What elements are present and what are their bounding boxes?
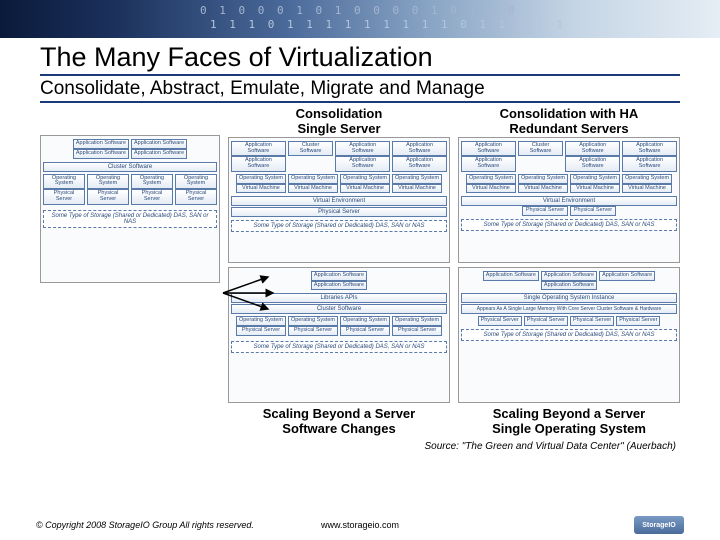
footer-url: www.storageio.com (321, 520, 399, 530)
col-consolidation-ha: Consolidation with HA Redundant Servers … (458, 107, 680, 263)
label-top-right: Consolidation with HA Redundant Servers (458, 107, 680, 137)
slide-subtitle: Consolidate, Abstract, Emulate, Migrate … (40, 78, 680, 103)
copyright: © Copyright 2008 StorageIO Group All rig… (36, 520, 254, 530)
header-band (0, 0, 720, 38)
col-consolidation-single: Consolidation Single Server Application … (228, 107, 450, 263)
col-scaling-single-os: Application Software Application Softwar… (458, 267, 680, 403)
transition-arrows (218, 273, 278, 313)
source-citation: Source: "The Green and Virtual Data Cent… (40, 441, 680, 452)
diagram-before-physical: Application SoftwareApplication Software… (40, 107, 220, 403)
slide-title: The Many Faces of Virtualization (40, 42, 680, 76)
label-bottom-right: Scaling Beyond a Server Single Operating… (458, 407, 680, 437)
storageio-logo: StorageIO (634, 516, 684, 534)
label-top-left: Consolidation Single Server (228, 107, 450, 137)
label-bottom-left: Scaling Beyond a Server Software Changes (228, 407, 450, 437)
footer: © Copyright 2008 StorageIO Group All rig… (0, 516, 720, 534)
